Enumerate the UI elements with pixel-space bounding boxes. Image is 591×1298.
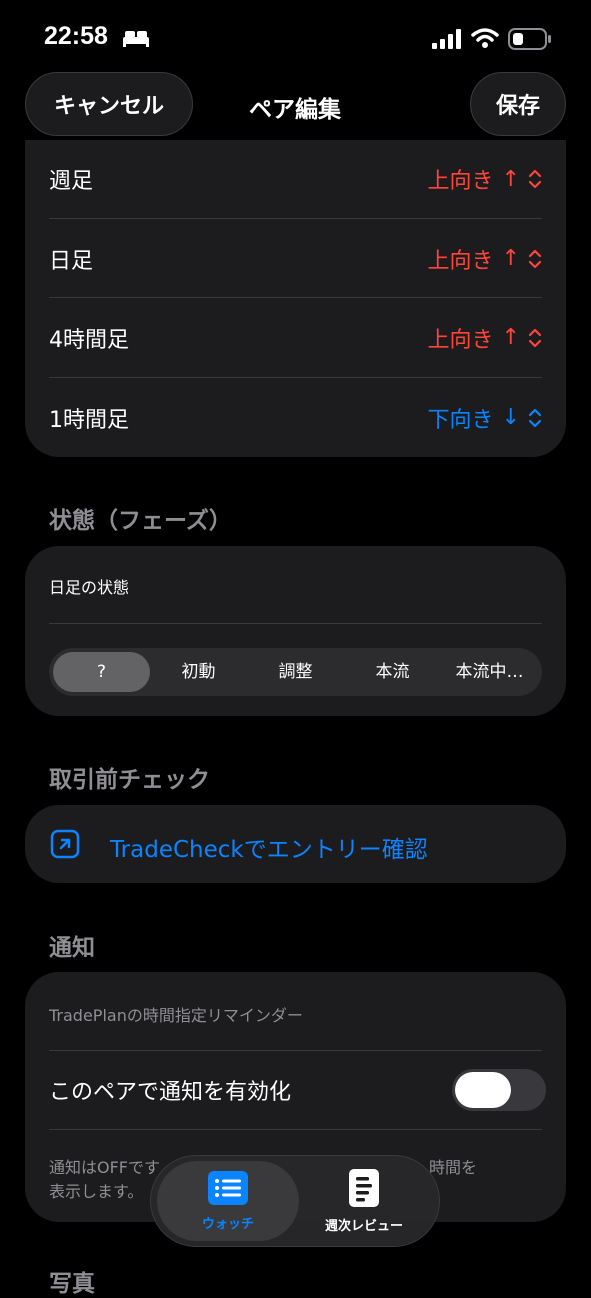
timeframe-label: 週足 (49, 169, 94, 194)
timeframe-label: 1時間足 (49, 407, 129, 433)
chevron-up-down-icon (528, 328, 542, 347)
trend-picker[interactable]: 上向き ↑ (428, 163, 542, 195)
cancel-button-label: キャンセル (53, 94, 164, 119)
notification-section-title: 通知 (49, 935, 95, 961)
timeframe-card: 週足 上向き ↑ 日足 上向き ↑ 4時間足 上向き ↑ 1時間足 下向き ↓ (25, 140, 566, 457)
tab-watch-label: ウォッチ (201, 1216, 254, 1232)
tab-watch[interactable]: ウォッチ (157, 1161, 299, 1241)
arrow-up-icon: ↑ (501, 325, 520, 350)
list-icon (208, 1170, 248, 1209)
bed-icon (122, 28, 150, 52)
external-link-icon (50, 829, 80, 863)
arrow-down-icon: ↓ (501, 405, 520, 430)
notification-footer-line2: 表示します。 (49, 1182, 144, 1201)
phase-segmented-control[interactable]: ? 初動 調整 本流 本流中… (49, 648, 542, 696)
timeframe-label: 日足 (49, 248, 94, 274)
notification-toggle[interactable] (452, 1069, 546, 1111)
save-button[interactable]: 保存 (470, 72, 566, 136)
trend-value: 上向き (427, 327, 494, 353)
wifi-icon (471, 27, 499, 53)
notification-toggle-label: このペアで通知を有効化 (49, 1080, 292, 1105)
document-icon (349, 1168, 379, 1211)
timeframe-row-4h[interactable]: 4時間足 上向き ↑ (49, 298, 542, 377)
photo-section-title: 写真 (49, 1271, 95, 1297)
tab-bar: ウォッチ 週次レビュー (150, 1155, 440, 1247)
timeframe-row-1h[interactable]: 1時間足 下向き ↓ (49, 378, 542, 457)
arrow-up-icon: ↑ (501, 166, 520, 192)
timeframe-row-weekly[interactable]: 週足 上向き ↑ (49, 140, 542, 218)
pretrade-section-title: 取引前チェック (49, 767, 210, 793)
save-button-label: 保存 (495, 94, 540, 119)
phase-option-main-mid[interactable]: 本流中… (441, 652, 538, 692)
status-time: 22:58 (44, 22, 108, 50)
cellular-icon (432, 29, 462, 53)
phase-option-initial[interactable]: 初動 (150, 652, 247, 692)
page-title: ペア編集 (249, 97, 341, 123)
phase-option-unknown[interactable]: ? (53, 652, 150, 692)
timeframe-label: 4時間足 (49, 327, 129, 353)
tab-weekly-review[interactable]: 週次レビュー (293, 1161, 435, 1241)
phase-option-main[interactable]: 本流 (344, 652, 441, 692)
battery-icon (508, 28, 552, 54)
phase-section-title: 状態（フェーズ） (49, 508, 232, 534)
trend-picker[interactable]: 上向き ↑ (428, 322, 542, 354)
trend-value: 上向き (427, 248, 494, 274)
phase-option-adjustment[interactable]: 調整 (247, 652, 344, 692)
phase-label: 日足の状態 (49, 578, 130, 597)
notification-footer-line1-left: 通知はOFFです (49, 1158, 161, 1177)
tab-weekly-review-label: 週次レビュー (324, 1218, 403, 1234)
chevron-up-down-icon (528, 249, 542, 268)
trend-picker[interactable]: 上向き ↑ (428, 243, 542, 275)
cancel-button[interactable]: キャンセル (25, 72, 193, 136)
trend-value: 上向き (427, 169, 494, 194)
notification-footer-line1-right: 時間を (429, 1158, 478, 1177)
notification-toggle-row: このペアで通知を有効化 (49, 1051, 546, 1129)
chevron-up-down-icon (528, 408, 542, 427)
status-bar: 22:58 (0, 0, 591, 70)
timeframe-row-daily[interactable]: 日足 上向き ↑ (49, 219, 542, 298)
toggle-knob (455, 1072, 511, 1108)
tradecheck-link-label: TradeCheckでエントリー確認 (110, 837, 428, 863)
divider (49, 1129, 542, 1130)
phase-card: 日足の状態 ? 初動 調整 本流 本流中… (25, 546, 566, 716)
tradecheck-link[interactable]: TradeCheckでエントリー確認 (25, 805, 566, 883)
notification-subtitle: TradePlanの時間指定リマインダー (49, 1006, 303, 1025)
trend-value: 下向き (427, 407, 494, 433)
chevron-up-down-icon (528, 169, 542, 189)
arrow-up-icon: ↑ (501, 246, 520, 271)
divider (49, 623, 542, 624)
trend-picker[interactable]: 下向き ↓ (428, 402, 542, 434)
